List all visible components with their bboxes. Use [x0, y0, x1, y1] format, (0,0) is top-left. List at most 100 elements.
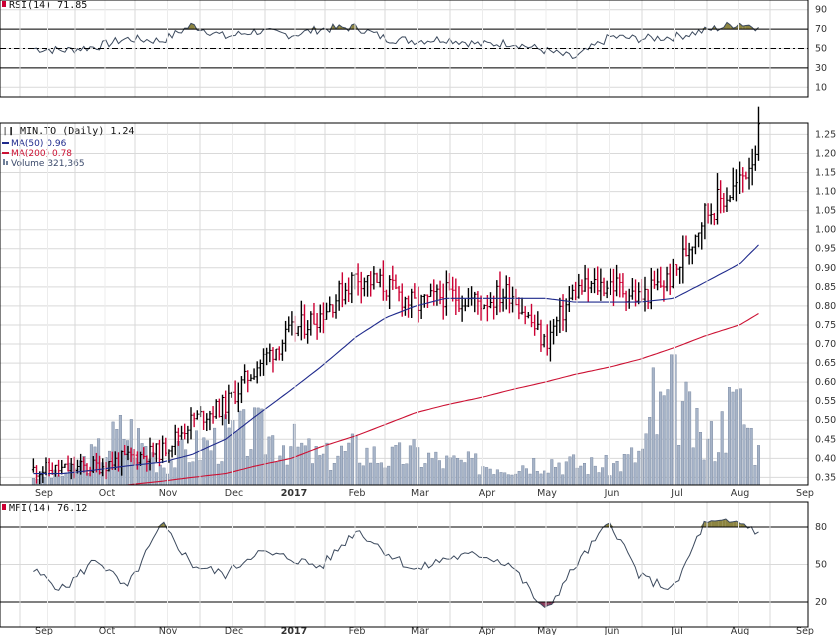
volume-bar: [285, 464, 289, 486]
volume-bar: [655, 434, 659, 486]
volume-bar: [340, 445, 344, 486]
rsi-y-tick-label: 30: [815, 63, 827, 74]
price-x-tick-label: Sep: [796, 488, 814, 499]
volume-bar: [434, 451, 438, 486]
volume-bar: [612, 463, 616, 486]
volume-bar: [670, 354, 674, 486]
volume-bar: [666, 389, 670, 486]
rsi-y-tick-label: 90: [815, 5, 827, 16]
price-y-tick-label: 0.40: [815, 453, 836, 464]
volume-bar: [267, 436, 271, 486]
volume-bar: [445, 455, 449, 486]
volume-bar: [379, 462, 383, 486]
price-y-tick-label: 0.95: [815, 244, 836, 255]
volume-bar: [456, 458, 460, 486]
volume-bar: [728, 387, 732, 486]
volume-bar: [31, 478, 35, 486]
volume-bar: [173, 467, 177, 486]
volume-bar: [282, 445, 286, 486]
price-x-tick-label: Aug: [731, 488, 750, 499]
volume-bar: [430, 458, 434, 486]
price-y-tick-label: 0.45: [815, 434, 836, 445]
volume-bar: [586, 474, 590, 486]
volume-bar: [619, 471, 623, 486]
volume-bar: [731, 391, 735, 486]
volume-bar: [187, 462, 191, 486]
volume-bar: [60, 475, 64, 486]
rsi-title-icon: [2, 1, 6, 7]
volume-bar: [358, 462, 362, 486]
volume-bar: [757, 445, 761, 486]
volume-bar: [510, 474, 514, 486]
volume-bar: [753, 465, 757, 486]
price-y-tick-label: 0.65: [815, 358, 836, 369]
volume-bar: [557, 462, 561, 486]
volume-bar: [532, 458, 536, 486]
volume-bar: [419, 467, 423, 486]
price-y-tick-label: 0.80: [815, 301, 836, 312]
volume-bar: [408, 445, 412, 486]
volume-bar: [372, 446, 376, 486]
volume-bar: [398, 442, 402, 486]
price-y-tick-label: 1.20: [815, 148, 836, 159]
volume-bar: [176, 441, 180, 486]
price-x-tick-label: Feb: [349, 488, 366, 499]
price-y-tick-label: 1.00: [815, 225, 836, 236]
price-x-tick-label: 2017: [281, 488, 307, 499]
volume-bar: [528, 473, 532, 486]
volume-bar: [260, 408, 264, 486]
price-x-tick-label: Dec: [225, 488, 243, 499]
volume-bar: [702, 459, 706, 486]
volume-bar: [303, 445, 307, 486]
volume-bar: [311, 463, 315, 486]
volume-bar: [289, 446, 293, 486]
volume-bar: [561, 474, 565, 486]
volume-bar: [234, 431, 238, 486]
volume-bar: [648, 417, 652, 486]
volume-bar: [401, 464, 405, 486]
price-x-tick-label: Oct: [99, 488, 116, 499]
volume-bar: [488, 468, 492, 486]
volume-bar: [427, 452, 431, 486]
volume-bar: [256, 407, 260, 486]
volume-bar: [361, 465, 365, 486]
mfi-title-icon: [2, 504, 6, 510]
volume-bar: [659, 391, 663, 486]
volume-bar: [437, 460, 441, 486]
volume-bar: [300, 442, 304, 486]
volume-bar: [459, 459, 463, 486]
price-y-tick-label: 0.60: [815, 377, 836, 388]
volume-bar: [662, 395, 666, 486]
mfi-overbought-fill: [714, 520, 719, 527]
volume-bar: [441, 468, 445, 486]
volume-bar: [202, 437, 206, 486]
volume-bar: [343, 451, 347, 486]
mfi-y-tick-label: 50: [815, 560, 827, 571]
volume-bar: [713, 461, 717, 486]
volume-bar: [644, 433, 648, 486]
volume-bar: [155, 472, 159, 486]
volume-bar: [506, 474, 510, 486]
price-x-tick-label: Sep: [35, 488, 53, 499]
volume-bar: [169, 460, 173, 486]
volume-bar: [412, 439, 416, 486]
volume-bar: [184, 449, 188, 486]
price-x-tick-label: Apr: [479, 488, 496, 499]
volume-legend-swatch: [3, 159, 5, 165]
volume-bar: [296, 446, 300, 486]
volume-bar: [223, 414, 227, 486]
volume-bar: [597, 472, 601, 486]
mfi-title: MFI(14) 76.12: [9, 503, 87, 514]
price-x-tick-label: Nov: [159, 488, 178, 499]
volume-bar: [568, 456, 572, 486]
mfi-overbought-fill: [718, 520, 723, 527]
volume-bar: [191, 461, 195, 486]
volume-bar: [688, 391, 692, 486]
volume-bar: [452, 455, 456, 486]
volume-bar: [57, 475, 61, 486]
volume-bar: [271, 435, 275, 486]
volume-bar: [735, 389, 739, 486]
volume-bar: [590, 457, 594, 486]
volume-bar: [329, 470, 333, 486]
volume-bar: [564, 461, 568, 486]
